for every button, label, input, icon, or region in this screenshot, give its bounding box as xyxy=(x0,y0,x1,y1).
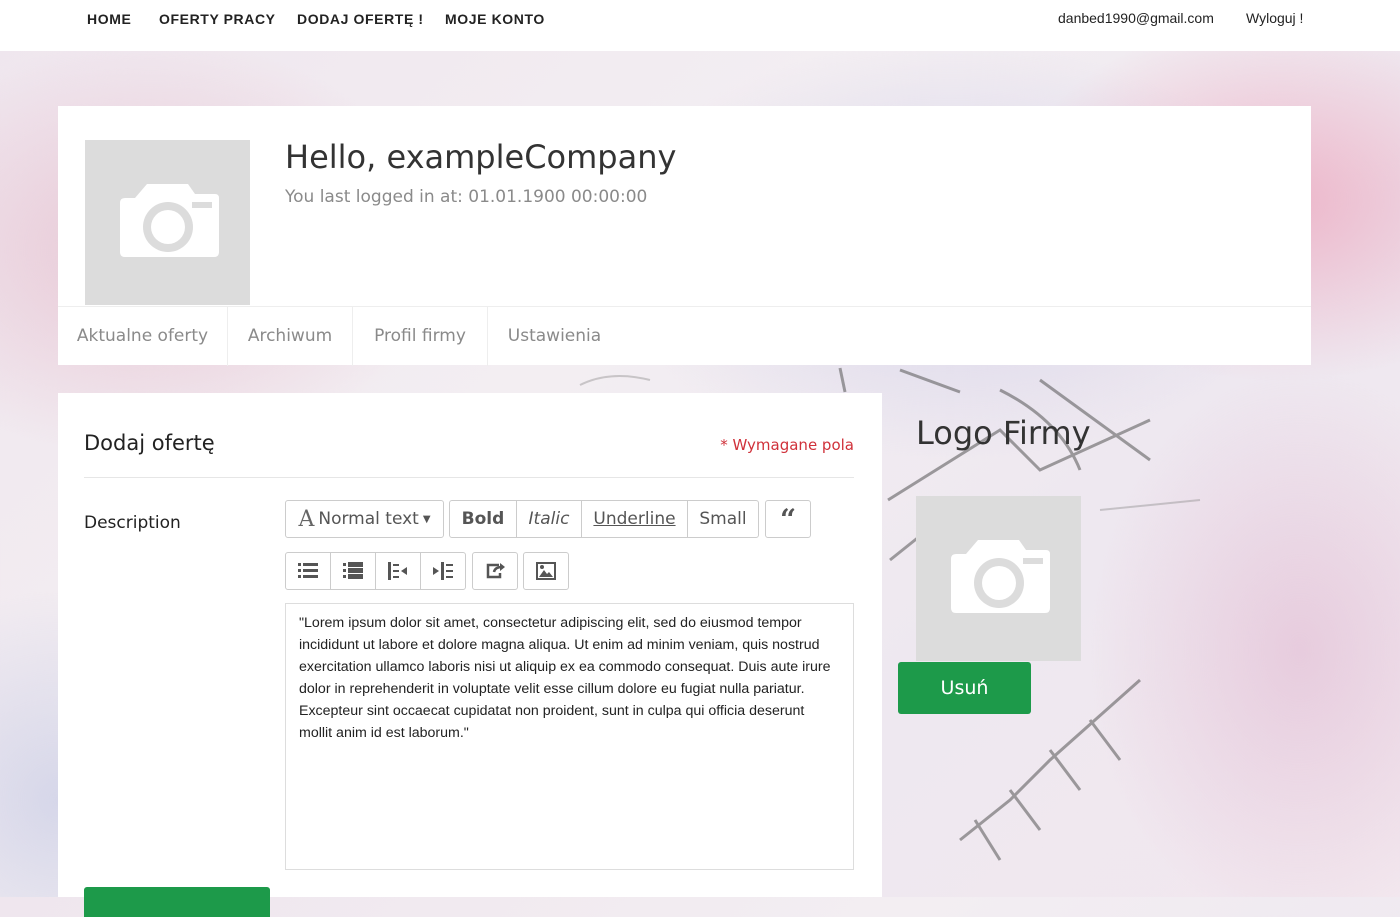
company-logo xyxy=(916,496,1081,661)
quote-group: “ xyxy=(765,500,811,538)
link-button[interactable] xyxy=(472,552,518,590)
divider xyxy=(84,477,854,478)
tab-archive[interactable]: Archiwum xyxy=(228,307,353,366)
tab-settings[interactable]: Ustawienia xyxy=(488,307,621,366)
last-login-text: You last logged in at: 01.01.1900 00:00:… xyxy=(285,187,648,207)
ordered-list-button[interactable] xyxy=(330,552,376,590)
nav-my-account[interactable]: MOJE KONTO xyxy=(445,11,545,27)
description-editor[interactable]: "Lorem ipsum dolor sit amet, consectetur… xyxy=(285,603,854,870)
profile-tabs: Aktualne oferty Archiwum Profil firmy Us… xyxy=(58,306,1311,366)
link-group xyxy=(472,552,518,590)
image-icon xyxy=(536,562,556,580)
description-label: Description xyxy=(84,513,181,533)
outdent-icon xyxy=(388,562,407,580)
ordered-list-icon xyxy=(343,562,363,579)
italic-button[interactable]: Italic xyxy=(516,500,582,538)
list-group xyxy=(285,552,466,590)
quote-icon: “ xyxy=(779,502,797,536)
avatar xyxy=(85,140,250,305)
font-icon: A xyxy=(298,506,315,532)
nav-add-offer[interactable]: DODAJ OFERTĘ ! xyxy=(297,11,424,27)
small-button[interactable]: Small xyxy=(687,500,759,538)
camera-icon xyxy=(120,184,219,257)
font-style-dropdown[interactable]: A Normal text ▼ xyxy=(285,500,444,538)
camera-icon xyxy=(951,540,1050,613)
logo-heading: Logo Firmy xyxy=(916,414,1091,452)
underline-button[interactable]: Underline xyxy=(581,500,688,538)
caret-down-icon: ▼ xyxy=(422,513,431,525)
unordered-list-icon xyxy=(298,563,318,578)
unordered-list-button[interactable] xyxy=(285,552,331,590)
top-navbar: HOME OFERTY PRACY DODAJ OFERTĘ ! MOJE KO… xyxy=(0,0,1400,51)
profile-card: Hello, exampleCompany You last logged in… xyxy=(58,106,1311,366)
tab-current-offers[interactable]: Aktualne oferty xyxy=(58,307,228,366)
indent-button[interactable] xyxy=(420,552,466,590)
image-group xyxy=(523,552,569,590)
text-format-group: Bold Italic Underline Small xyxy=(449,500,759,538)
quote-button[interactable]: “ xyxy=(765,500,811,538)
nav-job-offers[interactable]: OFERTY PRACY xyxy=(159,11,276,27)
submit-button[interactable] xyxy=(84,887,270,917)
nav-home[interactable]: HOME xyxy=(87,11,131,27)
font-style-group: A Normal text ▼ xyxy=(285,500,444,538)
delete-logo-button[interactable]: Usuń xyxy=(898,662,1031,714)
link-icon xyxy=(486,563,505,579)
indent-icon xyxy=(433,562,453,580)
greeting-heading: Hello, exampleCompany xyxy=(285,138,677,176)
form-title: Dodaj ofertę xyxy=(84,431,215,455)
tab-company-profile[interactable]: Profil firmy xyxy=(353,307,488,366)
logout-link[interactable]: Wyloguj ! xyxy=(1246,10,1303,26)
add-offer-form: Dodaj ofertę * Wymagane pola Description… xyxy=(58,393,882,917)
required-fields-note: * Wymagane pola xyxy=(720,436,854,454)
image-button[interactable] xyxy=(523,552,569,590)
bold-button[interactable]: Bold xyxy=(449,500,517,538)
outdent-button[interactable] xyxy=(375,552,421,590)
font-style-label: Normal text xyxy=(318,509,419,529)
user-email[interactable]: danbed1990@gmail.com xyxy=(1058,10,1214,26)
